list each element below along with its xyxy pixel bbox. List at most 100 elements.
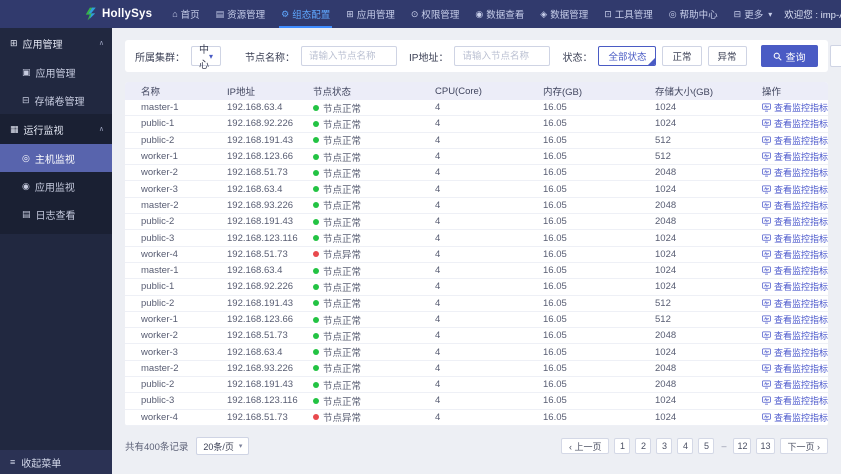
view-metrics-label: 查看监控指标 [773,135,828,146]
nav-item-帮助中心[interactable]: ◎ 帮助中心 [665,0,722,28]
table-footer: 共有400条记录 20条/页 ▾ ‹ 上一页 1 2 3 4 5–12 13 下一页 › [125,434,828,458]
cell-name: worker-3 [141,346,178,358]
monitor-chart-icon [762,282,771,291]
reset-button[interactable]: 重置 [829,45,841,67]
cell-memory: 16.05 [543,330,567,342]
nav-item-数据查看[interactable]: ◉ 数据查看 [471,0,528,28]
page-button-2[interactable]: 2 [635,438,652,454]
cell-action: 查看监控指标 [762,101,828,114]
filter-panel: 所属集群： 中心 ▾ 节点名称： IP地址： 状态： 全部状态正常异常 查询 [125,40,841,72]
top-navbar: HollySys ⌂ 首页 ▤ 资源管理 ⚙ 组态配置 ⊞ 应用管理 ⊙ 权限管理 ◉ 数据查看 ◈ 数据… [0,0,841,28]
status-dot-green [313,169,319,176]
nav-item-数据管理[interactable]: ◈ 数据管理 [536,0,592,28]
page-button-4[interactable]: 4 [677,438,694,454]
cell-node-status: 节点正常 [313,313,435,327]
page-button-3[interactable]: 3 [656,438,673,454]
monitor-chart-icon [762,185,771,194]
view-metrics-link[interactable]: 查看监控指标 [762,329,828,342]
view-metrics-link[interactable]: 查看监控指标 [762,313,828,326]
sidebar-group-header-应用管理[interactable]: ⊞ 应用管理 ∧ [0,28,112,58]
next-page-button[interactable]: 下一页 › [779,438,828,454]
cell-storage: 512 [655,297,671,309]
table-row: worker-3 192.168.63.4 节点正常 4 16.05 1024 查看监控指标 [125,344,828,361]
nav-item-label: 权限管理 [421,10,460,21]
nav-item-应用管理[interactable]: ⊞ 应用管理 [342,0,399,28]
status-dot-red [313,414,319,421]
view-metrics-link[interactable]: 查看监控指标 [762,394,828,407]
cell-memory: 16.05 [543,102,567,114]
nav-item-资源管理[interactable]: ▤ 资源管理 [212,0,270,28]
nav-item-权限管理[interactable]: ⊙ 权限管理 [407,0,464,28]
cell-action: 查看监控指标 [762,232,828,245]
status-text: 节点正常 [323,136,362,148]
cell-name: public-2 [141,379,175,391]
sidebar-item-主机监视[interactable]: ◎ 主机监视 [0,144,112,172]
cell-cpu: 4 [435,411,441,423]
status-option-全部状态[interactable]: 全部状态 [598,46,657,66]
status-option-正常[interactable]: 正常 [662,46,702,66]
page-button-5[interactable]: 5 [698,438,715,454]
view-metrics-link[interactable]: 查看监控指标 [762,101,828,114]
page-button-13[interactable]: 13 [756,438,775,454]
nav-item-更多[interactable]: ⊟ 更多 ▾ [730,0,777,28]
view-metrics-link[interactable]: 查看监控指标 [762,183,828,196]
table-row: public-2 192.168.191.43 节点正常 4 16.05 2048 查看监控… [125,377,828,394]
cell-memory: 16.05 [543,314,567,325]
status-dot-green [313,218,319,225]
sidebar-item-应用监视[interactable]: ◉ 应用监视 [0,172,112,200]
page-size-select[interactable]: 20条/页 ▾ [196,437,250,455]
view-metrics-link[interactable]: 查看监控指标 [762,297,828,310]
page-button-12[interactable]: 12 [733,438,752,454]
view-metrics-link[interactable]: 查看监控指标 [762,199,828,212]
view-metrics-link[interactable]: 查看监控指标 [762,117,828,130]
sidebar-item-存储卷管理[interactable]: ⊟ 存储卷管理 [0,86,112,114]
cell-node-status: 节点正常 [313,264,435,278]
node-name-input[interactable] [301,46,398,66]
status-dot-green [313,381,319,388]
search-button[interactable]: 查询 [760,45,818,67]
cluster-select[interactable]: 中心 ▾ [191,45,222,71]
cell-storage: 1024 [655,346,677,358]
cell-cpu: 4 [435,102,441,114]
view-metrics-link[interactable]: 查看监控指标 [762,362,828,375]
monitor-chart-icon [762,380,771,389]
cell-memory: 16.05 [543,216,567,228]
nav-item-组态配置[interactable]: ⚙ 组态配置 [277,0,334,28]
page-button-1[interactable]: 1 [614,438,631,454]
view-metrics-link[interactable]: 查看监控指标 [762,232,828,245]
view-metrics-link[interactable]: 查看监控指标 [762,411,828,424]
view-metrics-link[interactable]: 查看监控指标 [762,166,828,179]
view-metrics-link[interactable]: 查看监控指标 [762,150,828,163]
nav-item-工具管理[interactable]: ⊡ 工具管理 [600,0,657,28]
view-metrics-label: 查看监控指标 [773,396,828,407]
cell-memory: 16.05 [543,118,567,130]
view-metrics-link[interactable]: 查看监控指标 [762,134,828,147]
column-header: 节点状态 [313,87,352,98]
cell-storage: 2048 [655,362,677,374]
view-metrics-link[interactable]: 查看监控指标 [762,264,828,277]
collapse-menu-button[interactable]: ≡ 收起菜单 [0,450,112,474]
status-option-异常[interactable]: 异常 [707,46,747,66]
prev-page-button[interactable]: ‹ 上一页 [560,438,610,454]
cell-storage: 1024 [655,183,677,195]
sidebar-group-header-运行监视[interactable]: ▦ 运行监视 ∧ [0,114,112,144]
view-metrics-link[interactable]: 查看监控指标 [762,248,828,261]
nav-item-首页[interactable]: ⌂ 首页 [168,0,203,28]
sidebar-item-应用管理[interactable]: ▣ 应用管理 [0,58,112,86]
view-metrics-label: 查看监控指标 [773,217,828,228]
status-dot-green [313,104,319,111]
cell-ip: 192.168.191.43 [227,134,294,146]
view-metrics-link[interactable]: 查看监控指标 [762,378,828,391]
view-metrics-link[interactable]: 查看监控指标 [762,280,828,293]
status-dot-green [313,137,319,144]
view-metrics-link[interactable]: 查看监控指标 [762,346,828,359]
status-text: 节点正常 [323,348,362,360]
home-icon: ⌂ [172,8,178,19]
cell-memory: 16.05 [543,151,567,163]
cell-node-status: 节点异常 [313,410,435,424]
view-metrics-link[interactable]: 查看监控指标 [762,215,828,228]
sidebar-item-日志查看[interactable]: ▤ 日志查看 [0,200,112,228]
ip-input[interactable] [454,46,551,66]
status-text: 节点正常 [323,331,362,343]
view-metrics-label: 查看监控指标 [773,200,828,211]
